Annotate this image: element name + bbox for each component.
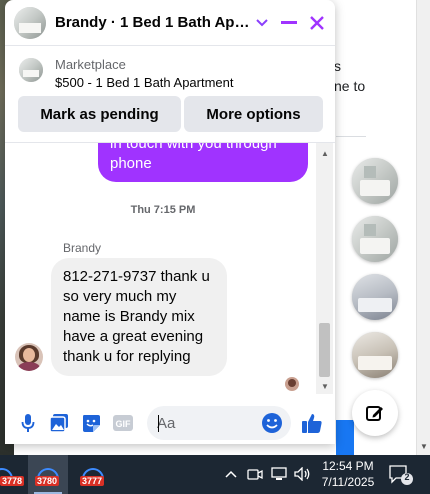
app-badge: 3778 — [0, 476, 25, 486]
voice-clip-button[interactable] — [17, 412, 39, 434]
message-input-container[interactable] — [147, 406, 291, 440]
background-divider — [336, 136, 366, 137]
chevron-down-icon — [256, 19, 268, 27]
scroll-down-arrow-icon[interactable]: ▼ — [420, 442, 428, 451]
minimize-icon — [281, 21, 297, 24]
scrollbar-thumb[interactable] — [319, 323, 330, 377]
read-receipt-avatar — [285, 377, 299, 391]
chat-head-2[interactable] — [352, 216, 398, 262]
listing-source-label: Marketplace — [55, 57, 126, 72]
camera-icon — [247, 469, 263, 480]
chat-title[interactable]: Brandy · 1 Bed 1 Bath Apartment — [55, 14, 253, 31]
meet-now-button[interactable] — [246, 465, 264, 483]
message-input[interactable] — [157, 413, 257, 433]
svg-text:GIF: GIF — [116, 419, 132, 429]
close-chat-button[interactable] — [306, 12, 328, 34]
scroll-up-arrow-icon[interactable]: ▲ — [321, 149, 329, 158]
chat-options-button[interactable] — [251, 12, 273, 34]
compose-icon — [366, 406, 383, 421]
app-badge: 3780 — [35, 476, 60, 486]
like-button[interactable] — [301, 412, 323, 434]
photo-icon — [49, 414, 68, 433]
emoji-icon — [262, 413, 282, 433]
chat-head-4[interactable] — [352, 332, 398, 378]
messages-scrollbar[interactable]: ▲ ▼ — [316, 143, 333, 394]
taskbar: 3778 3780 3777 12:54 PM 7/11/2025 2 — [0, 455, 430, 494]
taskbar-app-1[interactable]: 3778 — [0, 455, 25, 494]
message-timestamp: Thu 7:15 PM — [130, 204, 196, 216]
message-list[interactable]: in touch with you through phone Thu 7:15… — [5, 142, 335, 394]
speaker-icon — [294, 467, 310, 481]
attach-photo-button[interactable] — [48, 412, 70, 434]
text-caret — [158, 415, 159, 432]
background-text-1: s — [334, 58, 341, 74]
incoming-message[interactable]: 812-271-9737 thank u so very much my nam… — [51, 258, 227, 376]
more-options-button[interactable]: More options — [184, 96, 323, 132]
listing-title[interactable]: $500 - 1 Bed 1 Bath Apartment — [55, 75, 234, 90]
sticker-button[interactable] — [80, 412, 102, 434]
close-icon — [310, 16, 324, 30]
network-icon — [271, 467, 287, 480]
outgoing-message[interactable]: in touch with you through phone — [98, 143, 308, 182]
sender-avatar[interactable] — [15, 343, 43, 371]
listing-actions: Mark as pending More options — [5, 96, 335, 134]
background-text-2: ne to — [334, 78, 366, 94]
chat-head-3[interactable] — [352, 274, 398, 320]
background-blue-button[interactable] — [336, 420, 354, 455]
scroll-down-arrow-icon[interactable]: ▼ — [321, 382, 329, 391]
chat-header[interactable]: Brandy · 1 Bed 1 Bath Apartment — [5, 0, 335, 46]
notification-center-button[interactable]: 2 — [388, 464, 414, 486]
minimize-chat-button[interactable] — [278, 12, 300, 34]
notification-count: 2 — [404, 472, 410, 482]
chevron-up-icon — [225, 470, 237, 478]
volume-button[interactable] — [294, 465, 312, 483]
listing-thumbnail — [19, 58, 43, 82]
network-button[interactable] — [270, 465, 288, 483]
microphone-icon — [21, 414, 35, 432]
message-composer: GIF — [5, 400, 335, 444]
mark-as-pending-button[interactable]: Mark as pending — [18, 96, 181, 132]
thumbs-up-icon — [302, 414, 322, 433]
listing-avatar[interactable] — [14, 7, 46, 39]
show-hidden-icons-button[interactable] — [222, 465, 240, 483]
app-badge: 3777 — [80, 476, 105, 486]
listing-info[interactable]: Marketplace $500 - 1 Bed 1 Bath Apartmen… — [5, 46, 335, 94]
chat-window: Brandy · 1 Bed 1 Bath Apartment Marketpl… — [5, 0, 335, 444]
clock-time: 12:54 PM — [322, 459, 374, 473]
clock-date: 7/11/2025 — [321, 475, 375, 489]
sticker-icon — [83, 415, 100, 432]
sender-name: Brandy — [63, 241, 102, 255]
taskbar-clock[interactable]: 12:54 PM 7/11/2025 — [316, 458, 380, 490]
gif-icon: GIF — [113, 415, 133, 431]
taskbar-app-2[interactable]: 3780 — [28, 455, 68, 494]
taskbar-app-3[interactable]: 3777 — [73, 455, 113, 494]
gif-button[interactable]: GIF — [112, 412, 134, 434]
chat-head-1[interactable] — [352, 158, 398, 204]
page-scrollbar[interactable]: ▼ — [416, 0, 430, 455]
emoji-button[interactable] — [261, 412, 283, 434]
new-message-button[interactable] — [352, 390, 398, 436]
